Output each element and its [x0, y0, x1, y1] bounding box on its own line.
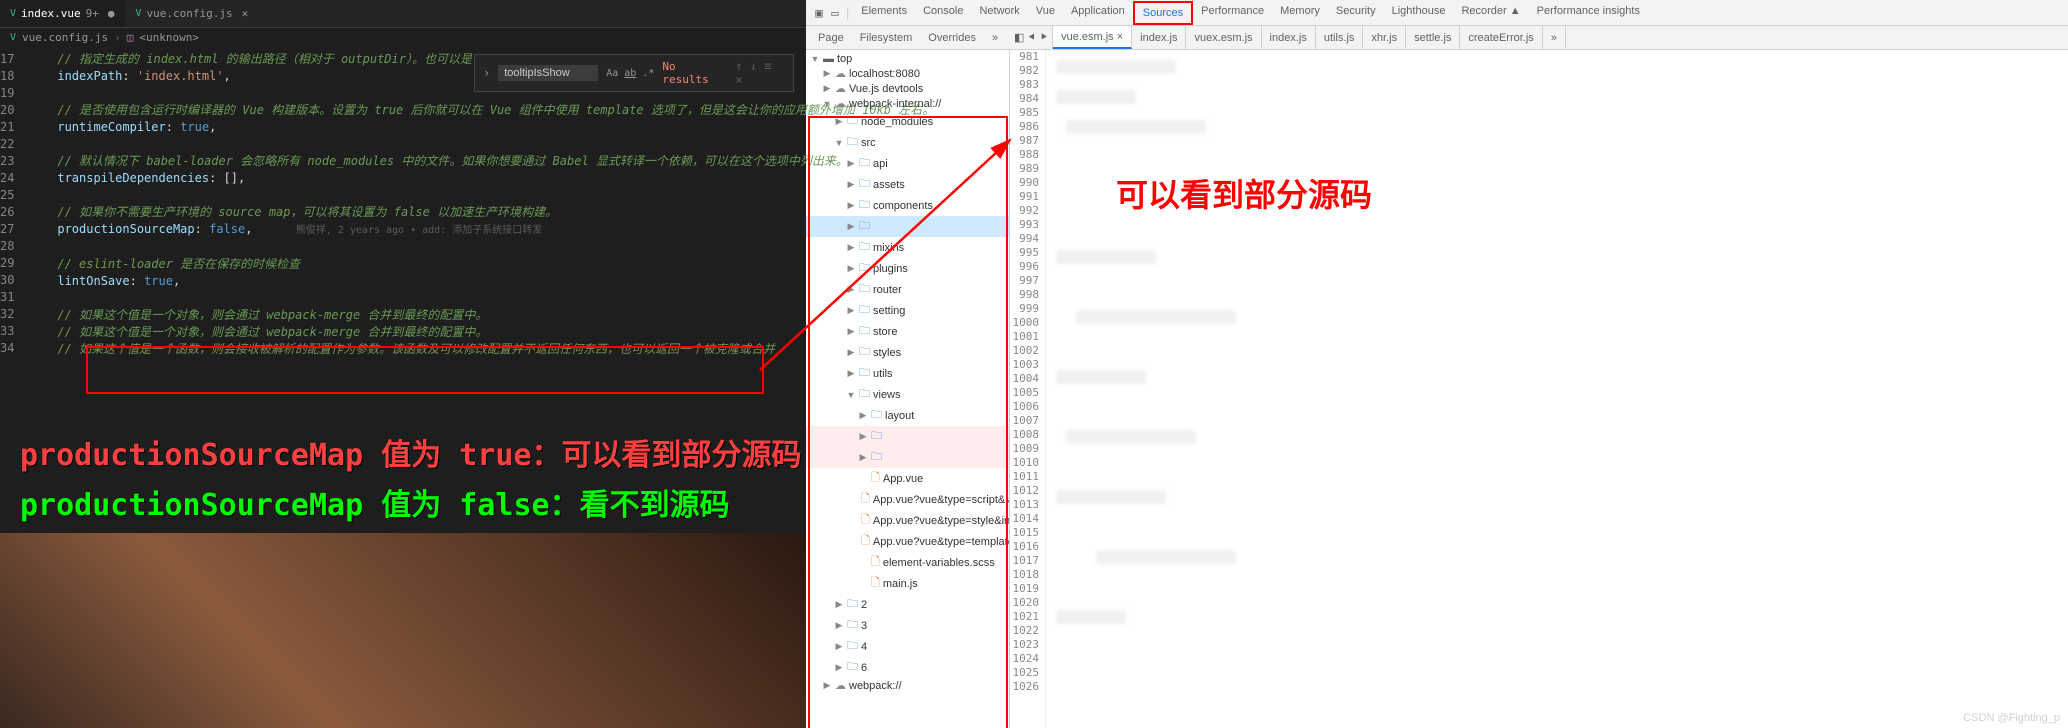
- devtools-tab-memory[interactable]: Memory: [1272, 1, 1328, 25]
- tree-item[interactable]: ▶☁localhost:8080: [806, 66, 1009, 81]
- tree-item[interactable]: ▶🗀assets: [806, 174, 1009, 195]
- code-editor[interactable]: 171819202122232425262728293031323334 // …: [0, 47, 806, 358]
- source-file-tab[interactable]: index.js: [1262, 26, 1316, 49]
- find-widget[interactable]: › Aa ab .* No results ↑ ↓ ≡ ×: [474, 54, 794, 92]
- tree-item[interactable]: ▶🗀api: [806, 153, 1009, 174]
- file-tree[interactable]: ▼▬top▶☁localhost:8080▶☁Vue.js devtools▼☁…: [806, 50, 1010, 728]
- tree-item[interactable]: 🗋App.vue: [806, 468, 1009, 489]
- sources-subtab[interactable]: »: [986, 30, 1004, 46]
- tree-item[interactable]: ▶🗀components: [806, 195, 1009, 216]
- breadcrumb-file[interactable]: vue.config.js: [22, 31, 108, 44]
- sources-subtab[interactable]: Filesystem: [854, 30, 919, 46]
- source-file-tabs: ◧ ⯇ ⯈ vue.esm.js ×index.jsvuex.esm.jsind…: [1010, 26, 2068, 50]
- tree-item[interactable]: ▶🗀layout: [806, 405, 1009, 426]
- sources-subtabs: PageFilesystemOverrides»: [806, 26, 1010, 50]
- tree-item[interactable]: ▶🗀styles: [806, 342, 1009, 363]
- tree-item[interactable]: 🗋main.js: [806, 573, 1009, 594]
- vue-icon: V: [10, 32, 16, 43]
- watermark: CSDN @Fighting_p: [1963, 712, 2060, 724]
- search-result-count: No results: [662, 60, 727, 86]
- annotation-source-visible: 可以看到部分源码: [1116, 170, 1372, 216]
- annotation-true: productionSourceMap 值为 true：可以看到部分源码: [20, 430, 802, 474]
- source-file-tab[interactable]: xhr.js: [1363, 26, 1406, 49]
- source-line-numbers: 9819829839849859869879889899909919929939…: [1010, 50, 1046, 728]
- devtools-tab-application[interactable]: Application: [1063, 1, 1133, 25]
- chevron-icon: ›: [114, 31, 121, 44]
- tree-item[interactable]: ▶🗀: [806, 426, 1009, 447]
- sources-subtab[interactable]: Page: [812, 30, 850, 46]
- tree-item[interactable]: ▶🗀router: [806, 279, 1009, 300]
- file-tab-nav[interactable]: ◧ ⯇ ⯈: [1010, 26, 1053, 49]
- devtools-main-tabs: ▣ ▭ | ElementsConsoleNetworkVueApplicati…: [806, 0, 2068, 26]
- tree-item[interactable]: 🗋App.vue?vue&type=style&index=0&: [806, 510, 1009, 531]
- devtools-tab-performance insights[interactable]: Performance insights: [1529, 1, 1648, 25]
- tree-item[interactable]: ▼☁webpack-internal://: [806, 96, 1009, 111]
- device-icon[interactable]: ▭: [828, 6, 842, 20]
- devtools-tab-network[interactable]: Network: [971, 1, 1027, 25]
- source-file-tab[interactable]: vue.esm.js ×: [1053, 26, 1132, 49]
- devtools-tab-security[interactable]: Security: [1328, 1, 1384, 25]
- devtools-tab-recorder ▲[interactable]: Recorder ▲: [1453, 1, 1528, 25]
- tree-item[interactable]: ▶☁webpack://: [806, 678, 1009, 693]
- annotation-false: productionSourceMap 值为 false：看不到源码: [20, 480, 730, 524]
- code-content[interactable]: // 指定生成的 index.html 的输出路径（相对于 outputDir）…: [28, 51, 934, 358]
- devtools-tab-vue[interactable]: Vue: [1028, 1, 1063, 25]
- editor-tab[interactable]: Vvue.config.js×: [126, 0, 260, 27]
- devtools-panel: ▣ ▭ | ElementsConsoleNetworkVueApplicati…: [806, 0, 2068, 728]
- devtools-tab-sources[interactable]: Sources: [1133, 1, 1193, 25]
- source-file-tab[interactable]: »: [1543, 26, 1566, 49]
- tree-item[interactable]: ▼🗀views: [806, 384, 1009, 405]
- tree-item[interactable]: 🗋App.vue?vue&type=template&id=7b: [806, 531, 1009, 552]
- editor-panel: Vindex.vue9+●Vvue.config.js× V vue.confi…: [0, 0, 806, 728]
- devtools-tab-elements[interactable]: Elements: [853, 1, 915, 25]
- editor-tabs: Vindex.vue9+●Vvue.config.js×: [0, 0, 806, 28]
- tree-item[interactable]: ▶🗀2: [806, 594, 1009, 615]
- source-content: 可以看到部分源码: [1046, 50, 2068, 728]
- tree-item[interactable]: ▶🗀mixins: [806, 237, 1009, 258]
- background-image: [0, 533, 806, 728]
- tree-item[interactable]: ▶🗀4: [806, 636, 1009, 657]
- tree-item[interactable]: ▼🗀src: [806, 132, 1009, 153]
- source-file-tab[interactable]: utils.js: [1316, 26, 1364, 49]
- editor-tab[interactable]: Vindex.vue9+●: [0, 0, 126, 27]
- tree-item[interactable]: ▶☁Vue.js devtools: [806, 81, 1009, 96]
- source-file-tab[interactable]: vuex.esm.js: [1186, 26, 1261, 49]
- tree-item[interactable]: 🗋App.vue?vue&type=script&lang=js&: [806, 489, 1009, 510]
- tree-item[interactable]: 🗋element-variables.scss: [806, 552, 1009, 573]
- source-file-tab[interactable]: settle.js: [1406, 26, 1460, 49]
- line-gutter: 171819202122232425262728293031323334: [0, 51, 28, 358]
- tree-item[interactable]: ▶🗀utils: [806, 363, 1009, 384]
- tree-item[interactable]: ▶🗀plugins: [806, 258, 1009, 279]
- tree-item[interactable]: ▶🗀3: [806, 615, 1009, 636]
- tree-item[interactable]: ▶🗀6: [806, 657, 1009, 678]
- source-file-tab[interactable]: createError.js: [1460, 26, 1542, 49]
- breadcrumb: V vue.config.js › ◫ <unknown>: [0, 28, 806, 47]
- chevron-right-icon[interactable]: ›: [483, 66, 490, 80]
- tree-item[interactable]: ▶🗀setting: [806, 300, 1009, 321]
- tree-item[interactable]: ▶🗀node_modules: [806, 111, 1009, 132]
- search-options[interactable]: Aa ab .*: [606, 68, 654, 79]
- devtools-tab-performance[interactable]: Performance: [1193, 1, 1272, 25]
- cube-icon: ◫: [127, 31, 134, 44]
- tree-item[interactable]: ▼▬top: [806, 52, 1009, 66]
- source-viewer[interactable]: 9819829839849859869879889899909919929939…: [1010, 50, 2068, 728]
- devtools-tab-lighthouse[interactable]: Lighthouse: [1384, 1, 1454, 25]
- tree-item[interactable]: ▶🗀: [806, 447, 1009, 468]
- tree-item[interactable]: ▶🗀store: [806, 321, 1009, 342]
- sources-subtab[interactable]: Overrides: [922, 30, 982, 46]
- source-file-tab[interactable]: index.js: [1132, 26, 1186, 49]
- inspect-icon[interactable]: ▣: [812, 6, 826, 20]
- search-nav[interactable]: ↑ ↓ ≡ ×: [735, 59, 785, 87]
- search-input[interactable]: [498, 65, 598, 81]
- devtools-tab-console[interactable]: Console: [915, 1, 971, 25]
- tree-item[interactable]: ▶🗀: [806, 216, 1009, 237]
- breadcrumb-symbol[interactable]: <unknown>: [139, 31, 199, 44]
